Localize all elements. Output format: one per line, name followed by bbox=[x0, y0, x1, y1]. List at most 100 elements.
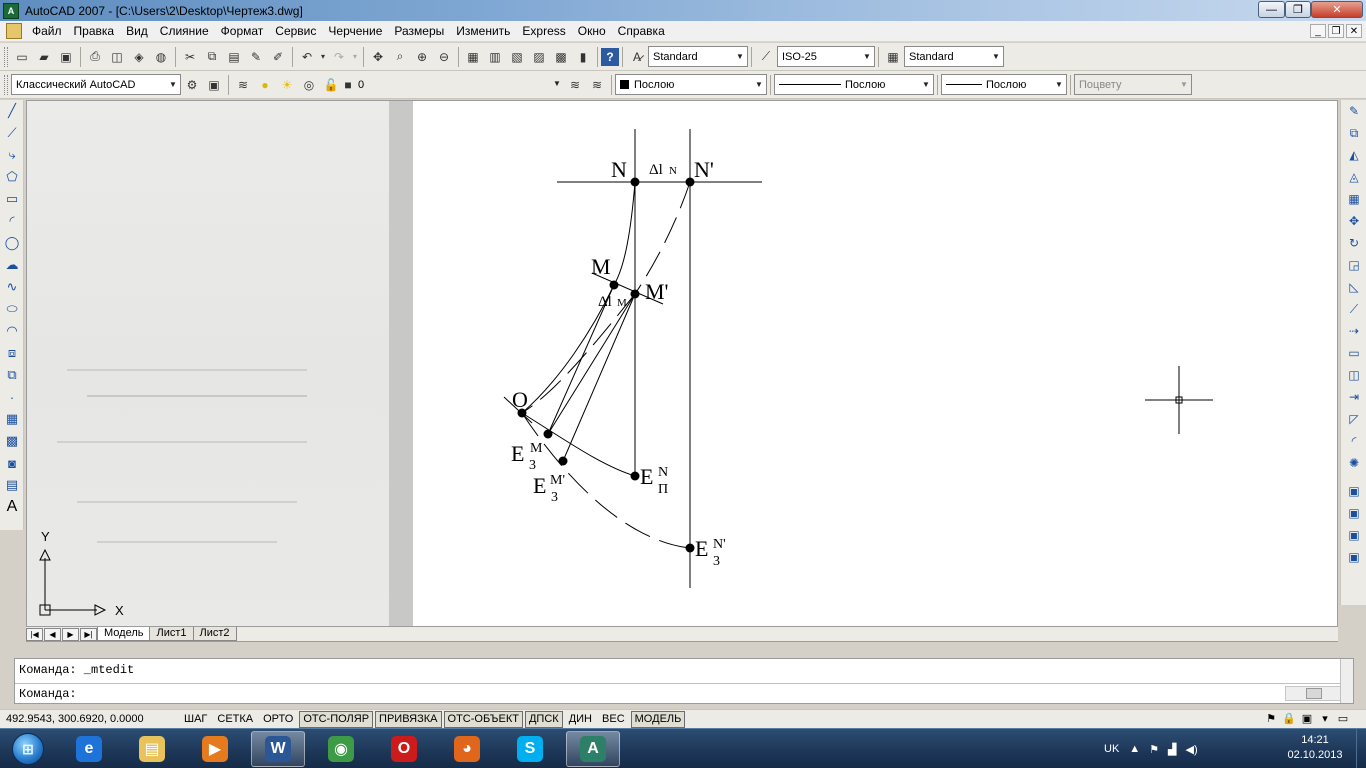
label-epn[interactable]: E bbox=[640, 464, 653, 489]
taskbar-firefox-button[interactable]: ◕ bbox=[440, 731, 494, 767]
print-icon[interactable]: ⎙ bbox=[84, 46, 106, 68]
menu-draw[interactable]: Черчение bbox=[322, 21, 388, 41]
polygon-icon[interactable]: ⬠ bbox=[0, 166, 24, 188]
join-icon[interactable]: ⇥ bbox=[1341, 386, 1366, 408]
publish-icon[interactable]: ◈ bbox=[128, 46, 150, 68]
command-prompt[interactable]: Команда: bbox=[19, 687, 77, 701]
status-menu-icon[interactable]: ▾ bbox=[1316, 712, 1334, 725]
fillet-icon[interactable]: ◜ bbox=[1341, 430, 1366, 452]
doc-close-button[interactable]: ✕ bbox=[1346, 24, 1362, 38]
color-select[interactable]: Послою ▼ bbox=[615, 74, 767, 95]
label-e3m-prime-sub[interactable]: 3 bbox=[551, 490, 558, 505]
lock-icon[interactable]: 🔒 bbox=[1280, 712, 1298, 725]
menu-format[interactable]: Формат bbox=[215, 21, 270, 41]
menu-express[interactable]: Express bbox=[516, 21, 571, 41]
label-n-prime[interactable]: N' bbox=[694, 157, 714, 182]
array-icon[interactable]: ▦ bbox=[1341, 188, 1366, 210]
doc-minimize-button[interactable]: _ bbox=[1310, 24, 1326, 38]
action-center-icon[interactable]: ⚑ bbox=[1149, 743, 1159, 756]
language-indicator[interactable]: UK bbox=[1104, 743, 1119, 755]
zoom-previous-icon[interactable]: ⊖ bbox=[433, 46, 455, 68]
taskbar-media-button[interactable]: ▶ bbox=[188, 731, 242, 767]
toolbar-grip[interactable] bbox=[4, 46, 8, 67]
layer-viewport-icon[interactable]: ◎ bbox=[298, 74, 320, 96]
line-m-prime-em[interactable] bbox=[547, 293, 636, 435]
rotate-icon[interactable]: ↻ bbox=[1341, 232, 1366, 254]
sheet-set-icon[interactable]: ▨ bbox=[528, 46, 550, 68]
label-e3m-sup[interactable]: M bbox=[530, 441, 543, 456]
plotstyle-select[interactable]: Поцвету ▼ bbox=[1074, 74, 1192, 95]
workspace-save-icon[interactable]: ▣ bbox=[203, 74, 225, 96]
curve-n-m[interactable] bbox=[613, 181, 636, 286]
label-e3m-prime-sup[interactable]: M' bbox=[550, 473, 565, 488]
point-e3m-prime[interactable] bbox=[558, 456, 568, 466]
label-m[interactable]: M bbox=[591, 254, 611, 279]
revision-cloud-icon[interactable]: ☁ bbox=[0, 254, 24, 276]
point-e3n-prime[interactable] bbox=[685, 543, 695, 553]
tab-model[interactable]: Модель bbox=[97, 627, 151, 641]
linetype-select[interactable]: Послою ▼ bbox=[774, 74, 934, 95]
drawing-area[interactable]: N Δl N N' M Δl M M' O E M 3 E M' 3 E N П… bbox=[26, 100, 1338, 627]
menu-modify[interactable]: Изменить bbox=[450, 21, 516, 41]
point-epn[interactable] bbox=[630, 471, 640, 481]
volume-icon[interactable]: ◀) bbox=[1186, 743, 1198, 756]
status-toggle-8[interactable]: ВЕС bbox=[598, 710, 629, 728]
rectangle-icon[interactable]: ▭ bbox=[0, 188, 24, 210]
doc-restore-button[interactable]: ❐ bbox=[1328, 24, 1344, 38]
taskbar-opera-button[interactable]: O bbox=[377, 731, 431, 767]
status-toggle-5[interactable]: ОТС-ОБЪЕКТ bbox=[443, 710, 523, 728]
zoom-realtime-icon[interactable]: ⌕ bbox=[389, 46, 411, 68]
ellipse-arc-icon[interactable]: ◠ bbox=[0, 320, 24, 342]
label-delta-m-sub[interactable]: M bbox=[617, 297, 627, 309]
hatch-icon[interactable]: ▦ bbox=[0, 408, 24, 430]
tab-layout1[interactable]: Лист1 bbox=[149, 627, 194, 641]
table-style-icon[interactable]: ▦ bbox=[882, 46, 904, 68]
label-e3n-prime-sup[interactable]: N' bbox=[713, 537, 726, 552]
menu-tools[interactable]: Сервис bbox=[269, 21, 322, 41]
point-icon[interactable]: · bbox=[0, 386, 24, 408]
taskbar-explorer-button[interactable]: ▤ bbox=[125, 731, 179, 767]
draworder-above-icon[interactable]: ▣ bbox=[1341, 524, 1366, 546]
label-e3m[interactable]: E bbox=[511, 441, 524, 466]
dim-style-icon[interactable]: ⟋ bbox=[755, 46, 777, 68]
ellipse-icon[interactable]: ⬭ bbox=[0, 298, 24, 320]
match-properties-icon[interactable]: ✎ bbox=[245, 46, 267, 68]
table-icon[interactable]: ▤ bbox=[0, 474, 24, 496]
next-tab-button[interactable]: ▶ bbox=[62, 627, 79, 641]
polyline-icon[interactable]: ⤷ bbox=[0, 144, 24, 166]
status-toggle-4[interactable]: ПРИВЯЗКА bbox=[375, 710, 442, 728]
clean-screen-toggle-icon[interactable]: ▭ bbox=[1334, 712, 1352, 725]
coordinates-readout[interactable]: 492.9543, 300.6920, 0.0000 bbox=[0, 713, 180, 725]
arc-icon[interactable]: ◜ bbox=[0, 210, 24, 232]
mirror-icon[interactable]: ◭ bbox=[1341, 144, 1366, 166]
menu-edit[interactable]: Правка bbox=[68, 21, 121, 41]
taskbar-skype-button[interactable]: S bbox=[503, 731, 557, 767]
menu-help[interactable]: Справка bbox=[612, 21, 671, 41]
taskbar-ie-button[interactable]: e bbox=[62, 731, 116, 767]
communication-center-icon[interactable]: ⚑ bbox=[1262, 712, 1280, 725]
taskbar-word-button[interactable]: W bbox=[251, 731, 305, 767]
label-delta-m[interactable]: Δl bbox=[598, 294, 612, 310]
status-toggle-3[interactable]: ОТС-ПОЛЯР bbox=[299, 710, 374, 728]
autocad-icon[interactable]: A bbox=[3, 2, 19, 19]
break-at-point-icon[interactable]: ▭ bbox=[1341, 342, 1366, 364]
extend-icon[interactable]: ⇢ bbox=[1341, 320, 1366, 342]
network-icon[interactable]: ▟ bbox=[1168, 743, 1176, 756]
gradient-icon[interactable]: ▩ bbox=[0, 430, 24, 452]
label-e3n-prime-sub[interactable]: 3 bbox=[713, 554, 720, 569]
clock[interactable]: 14:21 02.10.2013 bbox=[1280, 733, 1350, 763]
label-epn-sup[interactable]: N bbox=[658, 465, 668, 480]
show-desktop-button[interactable] bbox=[1356, 729, 1366, 768]
previous-tab-button[interactable]: ◀ bbox=[44, 627, 61, 641]
make-current-layer-icon[interactable]: ≋ bbox=[564, 74, 586, 96]
calculator-icon[interactable]: ▮ bbox=[572, 46, 594, 68]
maximize-button[interactable]: ❐ bbox=[1285, 1, 1311, 18]
text-style-select[interactable]: Standard ▼ bbox=[648, 46, 748, 67]
command-window[interactable]: Команда: _mtedit Команда: bbox=[14, 658, 1354, 704]
save-icon[interactable]: ▣ bbox=[55, 46, 77, 68]
label-delta-n[interactable]: Δl bbox=[649, 162, 663, 178]
layer-thaw-icon[interactable]: ☀ bbox=[276, 74, 298, 96]
zoom-window-icon[interactable]: ⊕ bbox=[411, 46, 433, 68]
markup-icon[interactable]: ▩ bbox=[550, 46, 572, 68]
menu-merge[interactable]: Слияние bbox=[154, 21, 215, 41]
